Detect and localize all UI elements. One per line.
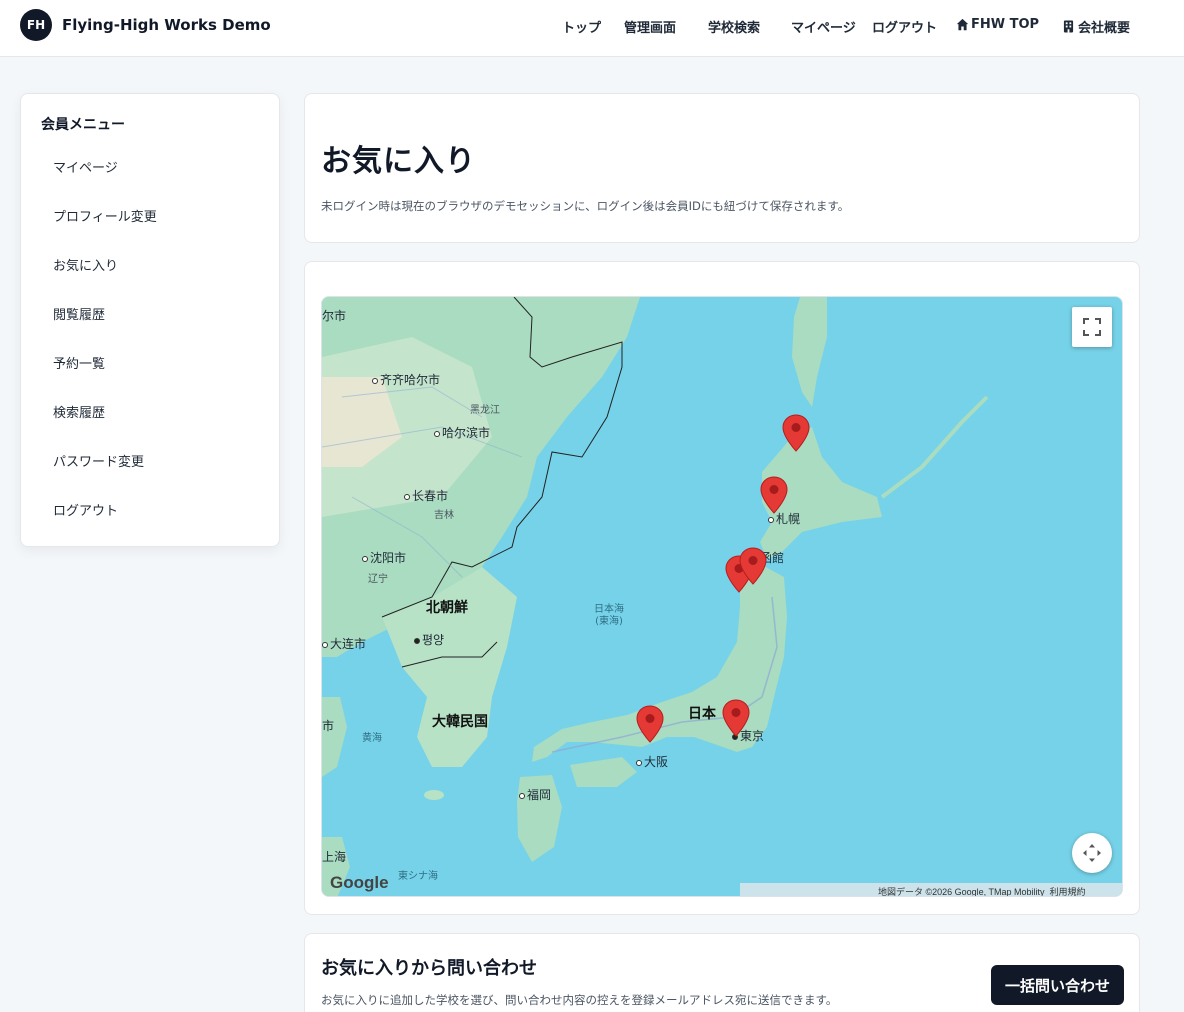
map-label-north-korea: 北朝鮮 xyxy=(426,600,468,616)
map-marker[interactable] xyxy=(636,705,664,743)
map-label-heilongjiang: 黑龙江 xyxy=(470,405,500,416)
map-attribution: 地図データ ©2026 Google, TMap Mobility 利用規約 xyxy=(878,887,1086,897)
camera-control-icon xyxy=(1083,844,1101,862)
map-label-edge-left: 市 xyxy=(322,719,335,733)
map-label-yellow-sea: 黄海 xyxy=(362,733,382,744)
nav-top[interactable]: トップ xyxy=(562,17,601,36)
sidebar-item-mypage[interactable]: マイページ xyxy=(53,157,118,176)
map-label-japan: 日本 xyxy=(688,706,716,722)
map-label-changchun: 长春市 xyxy=(404,487,448,504)
fullscreen-button[interactable] xyxy=(1072,307,1112,347)
nav-company-label: 会社概要 xyxy=(1078,21,1131,36)
sidebar-item-reservations[interactable]: 予約一覧 xyxy=(53,353,105,372)
page-note: 未ログイン時は現在のブラウザのデモセッションに、ログイン後は会員IDにも紐づけて… xyxy=(321,199,850,213)
bulk-inquiry-button[interactable]: 一括問い合わせ xyxy=(991,965,1124,1005)
nav-admin[interactable]: 管理画面 xyxy=(624,17,676,36)
map-label-east-china-sea: 東シナ海 xyxy=(398,871,438,882)
member-menu: 会員メニュー マイページ プロフィール変更 お気に入り 閲覧履歴 予約一覧 検索… xyxy=(20,93,280,547)
sidebar-item-history[interactable]: 閲覧履歴 xyxy=(53,304,105,323)
nav-mypage[interactable]: マイページ xyxy=(791,17,856,36)
favorites-header-card: お気に入り 未ログイン時は現在のブラウザのデモセッションに、ログイン後は会員ID… xyxy=(304,93,1140,243)
inquiry-title: お気に入りから問い合わせ xyxy=(321,958,537,979)
map-label-shenyang: 沈阳市 xyxy=(362,549,406,566)
building-icon xyxy=(1063,20,1074,33)
map-label-sea-of-japan: 日本海 (東海) xyxy=(594,604,624,627)
page-title: お気に入り xyxy=(321,144,476,179)
sidebar-item-logout[interactable]: ログアウト xyxy=(53,500,118,519)
map-label-edge-top: 尔市 xyxy=(322,309,347,323)
brand-name: Flying-High Works Demo xyxy=(62,16,271,34)
map-marker[interactable] xyxy=(722,699,750,737)
fullscreen-icon xyxy=(1083,318,1101,336)
inquiry-note: お気に入りに追加した学校を選び、問い合わせ内容の控えを登録メールアドレス宛に送信… xyxy=(321,993,838,1007)
brand-logo: FH xyxy=(20,9,52,41)
member-menu-title: 会員メニュー xyxy=(41,117,125,133)
map-label-harbin: 哈尔滨市 xyxy=(434,424,490,441)
map-label-jilin: 吉林 xyxy=(434,510,454,521)
sidebar-item-profile[interactable]: プロフィール変更 xyxy=(53,206,157,225)
nav-logout[interactable]: ログアウト xyxy=(872,17,937,36)
nav-fhw-top[interactable]: FHW TOP xyxy=(956,17,1039,32)
nav-school-search[interactable]: 学校検索 xyxy=(708,17,760,36)
brand[interactable]: FH Flying-High Works Demo xyxy=(20,9,271,41)
map-card: 尔市 齐齐哈尔市 黑龙江 哈尔滨市 长春市 吉林 沈阳市 辽宁 北朝鮮 평양 大… xyxy=(304,261,1140,915)
map-marker[interactable] xyxy=(739,547,767,585)
map-label-liaoning: 辽宁 xyxy=(368,574,388,585)
sidebar-item-search-history[interactable]: 検索履歴 xyxy=(53,402,105,421)
map-terms-link[interactable]: 利用規約 xyxy=(1050,887,1086,896)
map-label-dalian: 大连市 xyxy=(322,635,366,652)
map-label-fukuoka: 福岡 xyxy=(519,786,551,803)
map-label-pyongyang: 평양 xyxy=(414,631,444,648)
home-icon xyxy=(956,18,969,31)
map-marker[interactable] xyxy=(760,476,788,514)
nav-company[interactable]: 会社概要 xyxy=(1063,17,1130,36)
google-logo: Google xyxy=(330,873,389,892)
camera-control-button[interactable] xyxy=(1072,833,1112,873)
map-marker[interactable] xyxy=(782,414,810,452)
map-label-shanghai: 上海 xyxy=(322,850,347,864)
sidebar-item-password[interactable]: パスワード変更 xyxy=(53,451,144,470)
top-navbar: FH Flying-High Works Demo トップ 管理画面 学校検索 … xyxy=(0,0,1184,57)
favorites-map[interactable]: 尔市 齐齐哈尔市 黑龙江 哈尔滨市 长春市 吉林 沈阳市 辽宁 北朝鮮 평양 大… xyxy=(321,296,1123,897)
map-label-qiqihar: 齐齐哈尔市 xyxy=(372,371,440,388)
nav-fhw-top-label: FHW TOP xyxy=(971,17,1040,32)
map-label-south-korea: 大韓民国 xyxy=(432,714,488,730)
map-label-osaka: 大阪 xyxy=(636,753,668,770)
sidebar-item-favorites[interactable]: お気に入り xyxy=(53,255,118,274)
inquiry-card: お気に入りから問い合わせ お気に入りに追加した学校を選び、問い合わせ内容の控えを… xyxy=(304,933,1140,1012)
